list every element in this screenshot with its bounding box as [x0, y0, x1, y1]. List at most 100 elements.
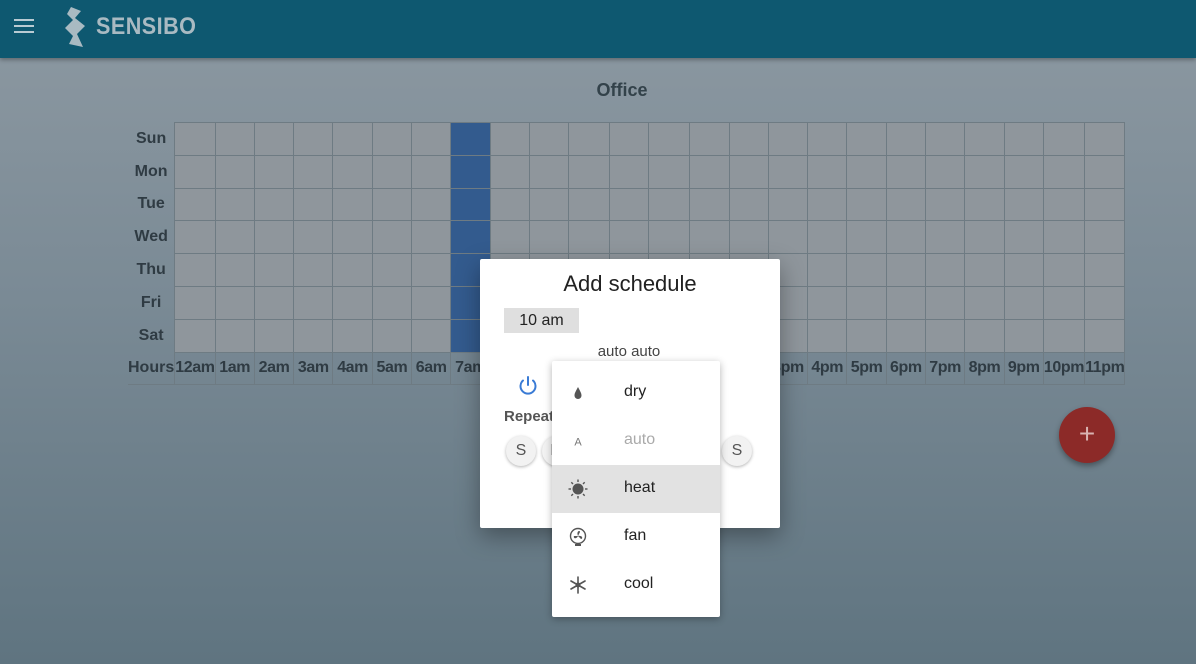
schedule-cell[interactable]: [885, 122, 927, 156]
schedule-cell[interactable]: [767, 154, 809, 189]
schedule-cell[interactable]: [728, 154, 769, 189]
schedule-cell[interactable]: [1084, 154, 1126, 189]
schedule-cell[interactable]: [885, 285, 927, 320]
schedule-cell[interactable]: [371, 122, 413, 156]
schedule-cell[interactable]: [885, 318, 927, 353]
schedule-cell[interactable]: [411, 253, 452, 287]
schedule-cell[interactable]: [214, 318, 255, 353]
schedule-cell[interactable]: [528, 220, 570, 255]
schedule-cell[interactable]: [332, 253, 373, 287]
schedule-cell[interactable]: [371, 154, 413, 189]
schedule-cell[interactable]: [411, 122, 452, 156]
schedule-cell[interactable]: [174, 318, 216, 353]
schedule-cell[interactable]: [846, 154, 887, 189]
schedule-cell[interactable]: [174, 220, 216, 255]
schedule-cell[interactable]: [924, 318, 966, 353]
schedule-cell[interactable]: [214, 285, 255, 320]
schedule-cell[interactable]: [214, 220, 255, 255]
schedule-cell[interactable]: [174, 285, 216, 320]
schedule-cell[interactable]: [253, 253, 295, 287]
schedule-cell[interactable]: [371, 187, 413, 222]
schedule-cell[interactable]: [174, 187, 216, 222]
schedule-cell[interactable]: [1042, 220, 1086, 255]
schedule-cell[interactable]: [728, 187, 769, 222]
schedule-cell[interactable]: [371, 285, 413, 320]
schedule-cell[interactable]: [214, 154, 255, 189]
mode-option-dry[interactable]: dry: [552, 369, 720, 417]
schedule-cell[interactable]: [174, 253, 216, 287]
schedule-cell[interactable]: [924, 285, 966, 320]
power-icon[interactable]: [516, 374, 540, 398]
schedule-cell[interactable]: [1042, 318, 1086, 353]
schedule-cell[interactable]: [253, 122, 295, 156]
schedule-cell[interactable]: [253, 285, 295, 320]
schedule-cell[interactable]: [885, 154, 927, 189]
schedule-cell[interactable]: [807, 285, 848, 320]
schedule-cell[interactable]: [648, 122, 691, 156]
add-schedule-fab[interactable]: +: [1059, 407, 1115, 463]
schedule-cell[interactable]: [648, 187, 691, 222]
repeat-day-button[interactable]: S: [722, 436, 752, 466]
schedule-cell[interactable]: [648, 220, 691, 255]
schedule-cell[interactable]: [964, 187, 1005, 222]
schedule-cell[interactable]: [689, 154, 730, 189]
schedule-cell[interactable]: [689, 122, 730, 156]
schedule-cell[interactable]: [1042, 187, 1086, 222]
schedule-cell[interactable]: [846, 285, 887, 320]
schedule-cell[interactable]: [214, 253, 255, 287]
schedule-cell[interactable]: [767, 220, 809, 255]
schedule-cell[interactable]: [174, 154, 216, 189]
schedule-cell[interactable]: [807, 253, 848, 287]
mode-option-auto[interactable]: Aauto: [552, 417, 720, 465]
mode-summary-label[interactable]: auto auto: [480, 343, 778, 360]
schedule-cell[interactable]: [964, 122, 1005, 156]
schedule-cell[interactable]: [489, 220, 530, 255]
schedule-cell[interactable]: [689, 187, 730, 222]
schedule-cell[interactable]: [528, 154, 570, 189]
schedule-cell[interactable]: [807, 318, 848, 353]
schedule-cell[interactable]: [1003, 285, 1044, 320]
schedule-cell[interactable]: [728, 122, 769, 156]
time-picker-field[interactable]: 10 am: [504, 308, 579, 333]
schedule-cell[interactable]: [1042, 285, 1086, 320]
schedule-cell[interactable]: [689, 220, 730, 255]
schedule-cell[interactable]: [411, 187, 452, 222]
schedule-cell[interactable]: [846, 187, 887, 222]
schedule-cell[interactable]: [568, 187, 610, 222]
schedule-cell[interactable]: [648, 154, 691, 189]
schedule-cell[interactable]: [964, 318, 1005, 353]
schedule-cell[interactable]: [568, 154, 610, 189]
schedule-cell[interactable]: [1042, 253, 1086, 287]
schedule-cell[interactable]: [293, 220, 334, 255]
schedule-cell[interactable]: [767, 122, 809, 156]
mode-option-heat[interactable]: heat: [552, 465, 720, 513]
schedule-cell[interactable]: [1084, 187, 1126, 222]
schedule-cell[interactable]: [608, 154, 650, 189]
schedule-cell[interactable]: [1084, 318, 1126, 353]
schedule-cell[interactable]: [1003, 253, 1044, 287]
schedule-cell[interactable]: [528, 122, 570, 156]
schedule-cell[interactable]: [450, 154, 491, 189]
schedule-cell[interactable]: [1003, 187, 1044, 222]
schedule-cell[interactable]: [1084, 253, 1126, 287]
schedule-cell[interactable]: [964, 253, 1005, 287]
schedule-cell[interactable]: [728, 220, 769, 255]
schedule-cell[interactable]: [1003, 154, 1044, 189]
schedule-cell[interactable]: [253, 220, 295, 255]
schedule-cell[interactable]: [332, 318, 373, 353]
schedule-cell[interactable]: [293, 187, 334, 222]
schedule-cell[interactable]: [174, 122, 216, 156]
schedule-cell[interactable]: [885, 187, 927, 222]
hamburger-menu-icon[interactable]: [14, 19, 34, 35]
schedule-cell[interactable]: [411, 220, 452, 255]
schedule-cell[interactable]: [807, 154, 848, 189]
schedule-cell[interactable]: [489, 187, 530, 222]
schedule-cell[interactable]: [767, 187, 809, 222]
schedule-cell[interactable]: [807, 122, 848, 156]
schedule-cell[interactable]: [1003, 318, 1044, 353]
schedule-cell[interactable]: [332, 154, 373, 189]
schedule-cell[interactable]: [846, 318, 887, 353]
schedule-cell[interactable]: [332, 187, 373, 222]
schedule-cell[interactable]: [1003, 220, 1044, 255]
schedule-cell[interactable]: [568, 220, 610, 255]
